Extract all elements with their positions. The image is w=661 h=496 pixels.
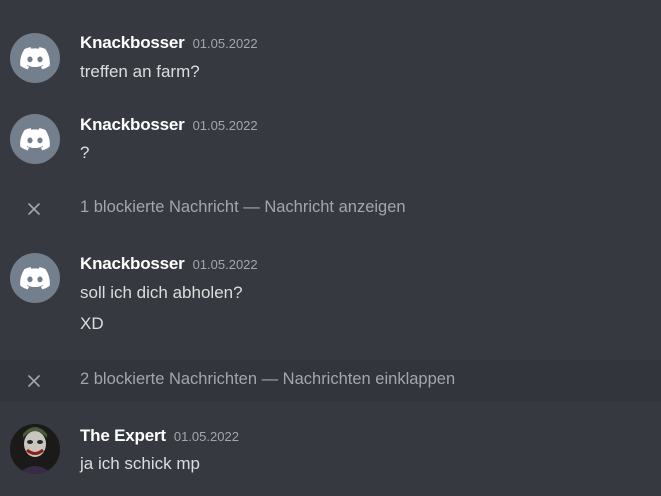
show-blocked-message-link[interactable]: 1 blockierte Nachricht — Nachricht anzei…	[80, 198, 406, 217]
timestamp[interactable]: 01.05.2022	[193, 257, 258, 272]
message-text: XD	[80, 314, 104, 333]
discord-logo-icon[interactable]	[10, 33, 60, 83]
username[interactable]: Knackbosser	[80, 254, 185, 273]
discord-logo-icon[interactable]	[10, 114, 60, 164]
message-text: soll ich dich abholen?	[80, 283, 243, 302]
timestamp[interactable]: 01.05.2022	[193, 118, 258, 133]
message-header: Knackbosser 01.05.2022	[80, 33, 258, 53]
message-header: Knackbosser 01.05.2022	[80, 254, 258, 274]
discord-logo-icon[interactable]	[10, 253, 60, 303]
message-header: The Expert 01.05.2022	[80, 426, 239, 446]
timestamp[interactable]: 01.05.2022	[174, 429, 239, 444]
blocked-messages-bar[interactable]: 2 blockierte Nachrichten — Nachrichten e…	[0, 360, 661, 402]
message-header: Knackbosser 01.05.2022	[80, 115, 258, 135]
message-text: treffen an farm?	[80, 62, 200, 81]
chat-messages: Knackbosser 01.05.2022 treffen an farm? K…	[0, 0, 661, 496]
username[interactable]: Knackbosser	[80, 33, 185, 52]
message-text: ja ich schick mp	[80, 454, 200, 473]
collapse-blocked-messages-link[interactable]: 2 blockierte Nachrichten — Nachrichten e…	[80, 370, 455, 389]
blocked-messages-bar[interactable]: 1 blockierte Nachricht — Nachricht anzei…	[0, 189, 661, 227]
message-text: ?	[80, 143, 90, 162]
close-icon[interactable]	[26, 373, 42, 389]
joker-avatar[interactable]	[10, 424, 60, 474]
timestamp[interactable]: 01.05.2022	[193, 36, 258, 51]
username[interactable]: Knackbosser	[80, 115, 185, 134]
username[interactable]: The Expert	[80, 426, 166, 445]
close-icon[interactable]	[26, 201, 42, 217]
